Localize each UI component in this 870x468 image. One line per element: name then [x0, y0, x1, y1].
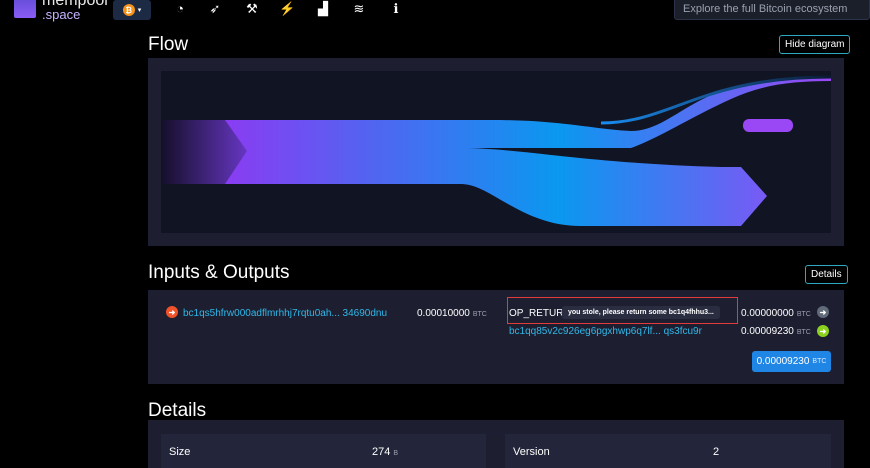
lightning-icon[interactable]: ⚡ — [279, 1, 295, 17]
top-navbar: mempool .space ₿ ▾ ◔ ➶ ⚒ ⚡ ▟ ≋ ℹ Explore… — [0, 0, 870, 27]
size-value-unit: B — [393, 450, 399, 457]
mempool-logo[interactable]: mempool .space — [14, 0, 108, 22]
info-icon[interactable]: ℹ — [388, 1, 404, 17]
details-button[interactable]: Details — [805, 265, 848, 284]
input-arrow-icon[interactable]: ➜ — [166, 306, 178, 318]
output-1-amount: 0.00009230 BTC — [741, 326, 811, 337]
flow-diagram-svg — [161, 75, 831, 226]
output-0-amount-unit: BTC — [796, 311, 811, 318]
details-title: Details — [148, 400, 207, 421]
total-amount-value: 0.00009230 — [756, 356, 810, 367]
output-1-address-link[interactable]: bc1qq85v2c926eg6pgxhwp6q7lf... qs3fcu9r — [509, 326, 702, 337]
output-0-amount: 0.00000000 BTC — [741, 308, 811, 319]
search-input[interactable]: Explore the full Bitcoin ecosystem — [674, 0, 870, 20]
layers-icon[interactable]: ≋ — [351, 1, 367, 17]
input-amount-value: 0.00010000 — [417, 308, 470, 319]
flow-diagram — [161, 71, 831, 233]
details-size-row — [161, 434, 486, 468]
total-amount-unit: BTC — [812, 358, 827, 365]
bitcoin-icon: ₿ — [122, 4, 135, 16]
input-amount-unit: BTC — [472, 311, 487, 318]
output-0-arrow-icon[interactable]: ➜ — [817, 306, 829, 318]
input-amount: 0.00010000 BTC — [417, 308, 487, 319]
hide-diagram-button[interactable]: Hide diagram — [779, 35, 851, 54]
size-value-number: 274 — [372, 446, 391, 458]
chevron-down-icon: ▾ — [137, 7, 142, 14]
output-0-amount-value: 0.00000000 — [741, 308, 794, 319]
rocket-icon[interactable]: ➶ — [207, 1, 223, 17]
output-1-amount-unit: BTC — [796, 329, 811, 336]
pickaxe-icon[interactable]: ⚒ — [244, 1, 260, 17]
chart-icon[interactable]: ▟ — [315, 1, 331, 17]
network-selector[interactable]: ₿ ▾ — [113, 0, 151, 20]
op-return-output-bar — [743, 119, 793, 132]
main-flow-band — [225, 77, 831, 226]
io-panel — [148, 290, 844, 384]
inputs-outputs-title: Inputs & Outputs — [148, 262, 290, 283]
size-value: 274 B — [372, 446, 398, 458]
output-1-arrow-icon[interactable]: ➜ — [817, 325, 829, 337]
logo-subtext: .space — [42, 7, 81, 22]
details-version-row — [505, 434, 831, 468]
op-return-message: you stole, please return some bc1q4fhhu3… — [562, 306, 720, 319]
dashboard-gauge-icon[interactable]: ◔ — [172, 1, 188, 17]
output-1-amount-value: 0.00009230 — [741, 326, 794, 337]
mempool-cube-icon — [14, 0, 36, 18]
flow-title: Flow — [148, 34, 189, 55]
total-amount-button[interactable]: 0.00009230 BTC — [752, 351, 831, 372]
input-address-link[interactable]: bc1qs5hfrw000adflmrhhj7rqtu0ah... 34690d… — [183, 308, 387, 319]
version-label: Version — [513, 446, 550, 458]
size-label: Size — [169, 446, 191, 458]
version-value: 2 — [713, 446, 720, 458]
